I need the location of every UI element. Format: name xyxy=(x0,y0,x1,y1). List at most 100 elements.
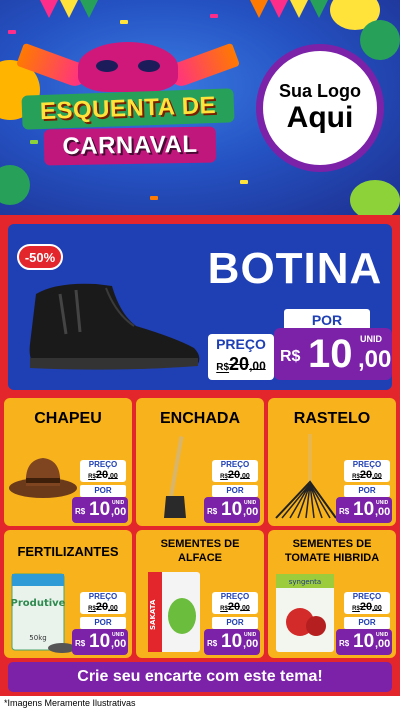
product-card-fertilizantes[interactable]: FERTILIZANTES Produtive 50kg PREÇO R$20,… xyxy=(4,530,132,658)
price-integer: 10 xyxy=(353,499,375,520)
product-name-line-1: SEMENTES DE xyxy=(292,538,372,550)
price-currency: R$ xyxy=(280,348,301,365)
featured-product[interactable]: -50% BOTINA POR PREÇO R$20,00 R$ 10 UNID… xyxy=(8,224,392,390)
price-cents: ,00 xyxy=(111,506,127,518)
price-cents: ,00 xyxy=(243,506,259,518)
confetti xyxy=(210,14,218,18)
por-label: POR xyxy=(212,617,258,629)
boot-icon xyxy=(29,283,200,370)
old-price-prefix: R$ xyxy=(220,474,228,480)
title-line-1: ESQUENTA DE xyxy=(21,88,235,130)
bunting-flag xyxy=(60,0,78,18)
event-title: ESQUENTA DE CARNAVAL xyxy=(16,40,240,180)
price-integer: 10 xyxy=(353,631,375,652)
create-flyer-button[interactable]: Crie seu encarte com este tema! xyxy=(8,662,392,692)
price-integer: 10 xyxy=(221,631,243,652)
old-price-int: 20 xyxy=(227,601,241,613)
product-name-line-2: TOMATE HIBRIDA xyxy=(284,552,380,564)
old-price-prefix: R$ xyxy=(220,606,228,612)
old-price-cents: ,00 xyxy=(240,473,250,480)
old-price-box: PREÇO R$20,00 xyxy=(212,592,258,614)
old-price-cents: ,00 xyxy=(372,473,382,480)
price-box: R$ 10 UNID ,00 xyxy=(336,629,392,655)
old-price-box: PREÇO R$20,00 xyxy=(344,460,390,482)
price-box: R$ 10 UNID ,00 xyxy=(204,629,260,655)
old-price: R$20,00 xyxy=(212,469,258,481)
product-name: CHAPEU xyxy=(34,410,102,427)
price-cents: ,00 xyxy=(243,638,259,650)
decor-circle xyxy=(360,20,400,60)
confetti xyxy=(150,196,158,200)
mask-eye xyxy=(96,60,118,72)
product-card-chapeu[interactable]: CHAPEU PREÇO R$20,00 POR R$ 10 UNID ,00 xyxy=(4,398,132,526)
old-price-cents: ,00 xyxy=(240,605,250,612)
old-price: R$20,00 xyxy=(80,601,126,613)
price-box: R$ 10 UNID ,00 xyxy=(72,497,128,523)
price-currency: R$ xyxy=(339,507,350,516)
price-box: R$ 10 UNID ,00 xyxy=(204,497,260,523)
old-price-box: PREÇO R$20,00 xyxy=(80,592,126,614)
price-currency: R$ xyxy=(75,507,86,516)
price-currency: R$ xyxy=(339,639,350,648)
price-unit: UNID xyxy=(360,334,382,344)
preco-label: PREÇO xyxy=(88,592,118,601)
header-banner: ESQUENTA DE CARNAVAL Sua Logo Aqui xyxy=(0,0,400,215)
old-price-prefix: R$ xyxy=(88,606,96,612)
product-name: RASTELO xyxy=(293,410,371,427)
mask-eye xyxy=(138,60,160,72)
preco-label: PREÇO xyxy=(220,592,250,601)
price-integer: 10 xyxy=(89,499,111,520)
bunting-flag xyxy=(40,0,58,18)
bag-brand-text: Produtive xyxy=(11,598,66,609)
decor-circle xyxy=(350,180,400,215)
seed-packet-icon: SAKATA xyxy=(148,572,200,652)
product-name: ENCHADA xyxy=(160,410,240,427)
old-price-prefix: R$ xyxy=(216,362,230,373)
carnival-mask-icon xyxy=(78,42,178,92)
preco-label: PREÇO xyxy=(352,460,382,469)
preco-label: PREÇO xyxy=(220,460,250,469)
bag-weight-text: 50kg xyxy=(29,634,46,642)
bunting-flag xyxy=(290,0,308,18)
hat-icon xyxy=(9,458,77,498)
bunting-flag xyxy=(310,0,328,18)
por-label: POR xyxy=(212,485,258,497)
product-card-sementes-tomate[interactable]: SEMENTES DE TOMATE HIBRIDA syngenta PREÇ… xyxy=(268,530,396,658)
tomato-seed-packet-icon: syngenta xyxy=(276,574,334,652)
old-price: R$20,00 xyxy=(344,601,390,613)
old-price-box: PREÇO R$20,00 xyxy=(212,460,258,482)
old-price-int: 20 xyxy=(359,601,373,613)
product-card-sementes-alface[interactable]: SEMENTES DE ALFACE SAKATA PREÇO R$20,00 … xyxy=(136,530,264,658)
price-integer: 10 xyxy=(308,332,353,376)
preco-label: PREÇO xyxy=(216,336,266,352)
old-price-box: PREÇO R$20,00 xyxy=(80,460,126,482)
old-price-cents: ,00 xyxy=(108,605,118,612)
product-name-line-2: ALFACE xyxy=(178,552,222,564)
packet-brand-text: syngenta xyxy=(289,578,321,586)
old-price-cents: ,00 xyxy=(249,359,266,373)
old-price-cents: ,00 xyxy=(108,473,118,480)
old-price-prefix: R$ xyxy=(352,606,360,612)
confetti xyxy=(120,20,128,24)
product-name: FERTILIZANTES xyxy=(17,544,119,559)
por-label: POR xyxy=(80,485,126,497)
price-integer: 10 xyxy=(89,631,111,652)
logo-text-line-1: Sua Logo xyxy=(279,80,361,101)
price-cents: ,00 xyxy=(358,346,392,373)
price-integer: 10 xyxy=(221,499,243,520)
old-price-prefix: R$ xyxy=(88,474,96,480)
product-card-rastelo[interactable]: RASTELO PREÇO R$20,00 POR R$ 10 UNID ,00 xyxy=(268,398,396,526)
product-card-enchada[interactable]: ENCHADA PREÇO R$20,00 POR R$ 10 UNID ,00 xyxy=(136,398,264,526)
logo-placeholder[interactable]: Sua Logo Aqui xyxy=(256,44,384,172)
price-cents: ,00 xyxy=(375,506,391,518)
logo-text-line-2: Aqui xyxy=(286,101,354,135)
confetti xyxy=(240,180,248,184)
old-price-int: 20 xyxy=(359,469,373,481)
por-label: POR xyxy=(80,617,126,629)
old-price-prefix: R$ xyxy=(352,474,360,480)
old-price: R$20,00 xyxy=(80,469,126,481)
old-price: R$20,00 xyxy=(344,469,390,481)
price-cents: ,00 xyxy=(375,638,391,650)
price-currency: R$ xyxy=(207,507,218,516)
por-label: POR xyxy=(344,617,390,629)
